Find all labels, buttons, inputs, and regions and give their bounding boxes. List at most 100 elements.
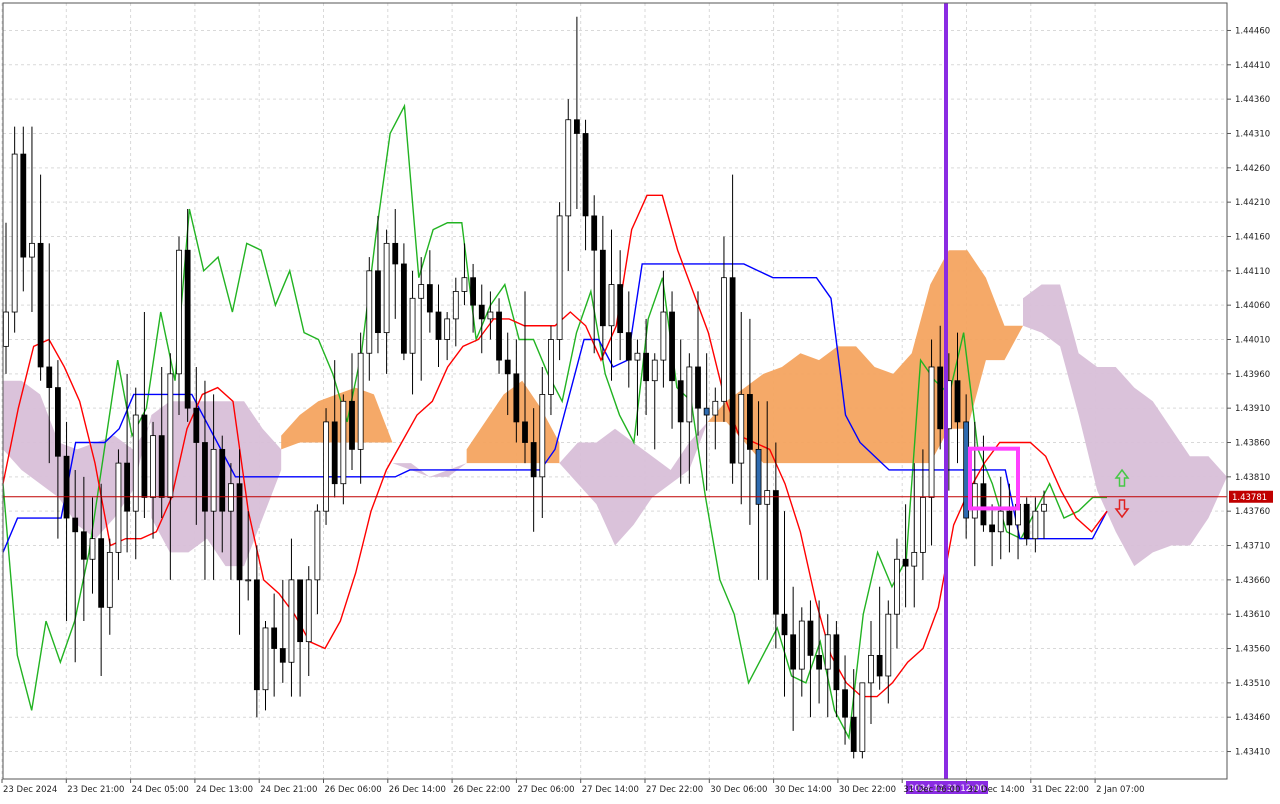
- candle-bull: [1032, 510, 1039, 540]
- candle-bear: [980, 483, 987, 526]
- candle-bear: [184, 249, 191, 409]
- candle-bear: [400, 263, 407, 354]
- x-tick-label: 24 Dec 05:00: [132, 785, 189, 795]
- candle-bear: [703, 407, 710, 416]
- y-tick-label: 1.43810: [1235, 473, 1270, 483]
- candle-bull: [928, 366, 935, 498]
- candle-bear: [816, 654, 822, 670]
- y-tick-label: 1.44360: [1235, 95, 1270, 105]
- candle-bear: [279, 648, 286, 663]
- ichimoku-chart[interactable]: 1.43781 2024.12.31 12:00 1.44460 1.44410 1.…: [0, 0, 1280, 800]
- candle-bear: [1006, 510, 1013, 526]
- x-tick-label: 23 Dec 21:00: [67, 785, 124, 795]
- candle-bull: [868, 654, 874, 684]
- candle-bear: [504, 359, 511, 375]
- candle-bull: [176, 249, 182, 375]
- candle-bear: [937, 366, 944, 430]
- candle-bull: [712, 400, 719, 416]
- x-tick-label: 26 Dec 22:00: [453, 785, 510, 795]
- kumo-bear-segment: [1023, 284, 1227, 567]
- candle-bear: [772, 490, 779, 615]
- y-tick-label: 1.43710: [1235, 542, 1270, 552]
- x-tick-label: 26 Dec 14:00: [389, 785, 446, 795]
- y-tick-label: 1.43460: [1235, 713, 1270, 723]
- y-tick-label: 1.44160: [1235, 232, 1270, 242]
- candle-bear: [513, 373, 520, 423]
- x-tick-label: 24 Dec 21:00: [260, 785, 317, 795]
- candle-bear: [63, 455, 70, 519]
- x-tick-label: 27 Dec 14:00: [582, 785, 639, 795]
- candle-bull: [106, 551, 113, 608]
- candle-bear: [963, 421, 970, 519]
- candle-bull: [461, 277, 468, 292]
- x-tick-label: 24 Dec 13:00: [196, 785, 253, 795]
- candle-bull: [89, 538, 96, 560]
- candle-bear: [677, 380, 684, 423]
- candle-bull: [227, 483, 234, 512]
- candle-bear: [496, 311, 502, 361]
- candle-bull: [487, 311, 494, 320]
- chart-canvas[interactable]: 1.437812024.12.31 12:00 1.444601.444101.…: [0, 0, 1280, 800]
- y-tick-label: 1.44410: [1235, 61, 1270, 71]
- candle-bull: [314, 510, 321, 581]
- candle-bear: [426, 284, 433, 313]
- x-tick-label: 2 Jan 07:00: [1096, 785, 1144, 795]
- y-tick-label: 1.43610: [1235, 610, 1270, 620]
- y-tick-label: 1.43560: [1235, 645, 1270, 655]
- candle-bull: [539, 394, 546, 478]
- candle-bear: [781, 613, 788, 636]
- candle-bull: [340, 400, 347, 485]
- y-tick-label: 1.44110: [1235, 267, 1270, 277]
- candle-bear: [755, 448, 762, 505]
- candle-bull: [738, 394, 745, 464]
- candle-bull: [383, 242, 390, 334]
- candle-bear: [876, 654, 883, 677]
- candle-bear: [790, 634, 797, 670]
- candle-bear: [46, 366, 53, 388]
- candle-bull: [920, 497, 926, 553]
- candle-bull: [660, 311, 667, 361]
- candle-bull: [452, 291, 459, 320]
- candle-bear: [478, 304, 485, 320]
- candle-bull: [305, 579, 312, 643]
- candle-bull: [859, 682, 866, 752]
- y-tick-label: 1.43960: [1235, 370, 1270, 380]
- candle-bull: [634, 352, 641, 361]
- candle-bear: [271, 627, 278, 649]
- x-tick-label: 27 Dec 22:00: [646, 785, 703, 795]
- candle-bull: [357, 352, 364, 450]
- candle-bear: [617, 284, 624, 334]
- candle-bull: [29, 242, 35, 258]
- candle-bear: [530, 442, 537, 478]
- candle-bull: [11, 153, 18, 313]
- candle-bear: [236, 483, 243, 581]
- candle-bear: [349, 400, 355, 450]
- candle-bull: [115, 462, 122, 553]
- current-price-label: 1.43781: [1232, 493, 1267, 503]
- candle-bull: [167, 373, 174, 498]
- candle-bull: [608, 284, 615, 327]
- candle-bear: [141, 414, 148, 498]
- candle-bear: [850, 716, 857, 752]
- y-tick-label: 1.43510: [1235, 679, 1270, 689]
- candle-bear: [193, 407, 200, 443]
- x-tick-label: 30 Dec 22:00: [839, 785, 896, 795]
- x-tick-label: 26 Dec 06:00: [325, 785, 382, 795]
- y-tick-label: 1.44460: [1235, 26, 1270, 36]
- candle-bear: [98, 538, 105, 608]
- y-tick-label: 1.44310: [1235, 129, 1270, 139]
- candle-bear: [375, 270, 381, 334]
- candle-bear: [582, 133, 589, 217]
- candle-bull: [366, 270, 373, 354]
- candle-bull: [824, 634, 831, 670]
- candle-bull: [262, 627, 269, 691]
- candle-bear: [124, 462, 130, 512]
- candle-bear: [989, 524, 995, 533]
- candle-bear: [729, 277, 736, 464]
- candle-bull: [418, 284, 425, 299]
- y-tick-label: 1.43660: [1235, 576, 1270, 586]
- candle-bear: [392, 242, 399, 265]
- candle-bull: [764, 490, 771, 505]
- candle-bull: [686, 366, 693, 423]
- candle-bear: [72, 517, 79, 533]
